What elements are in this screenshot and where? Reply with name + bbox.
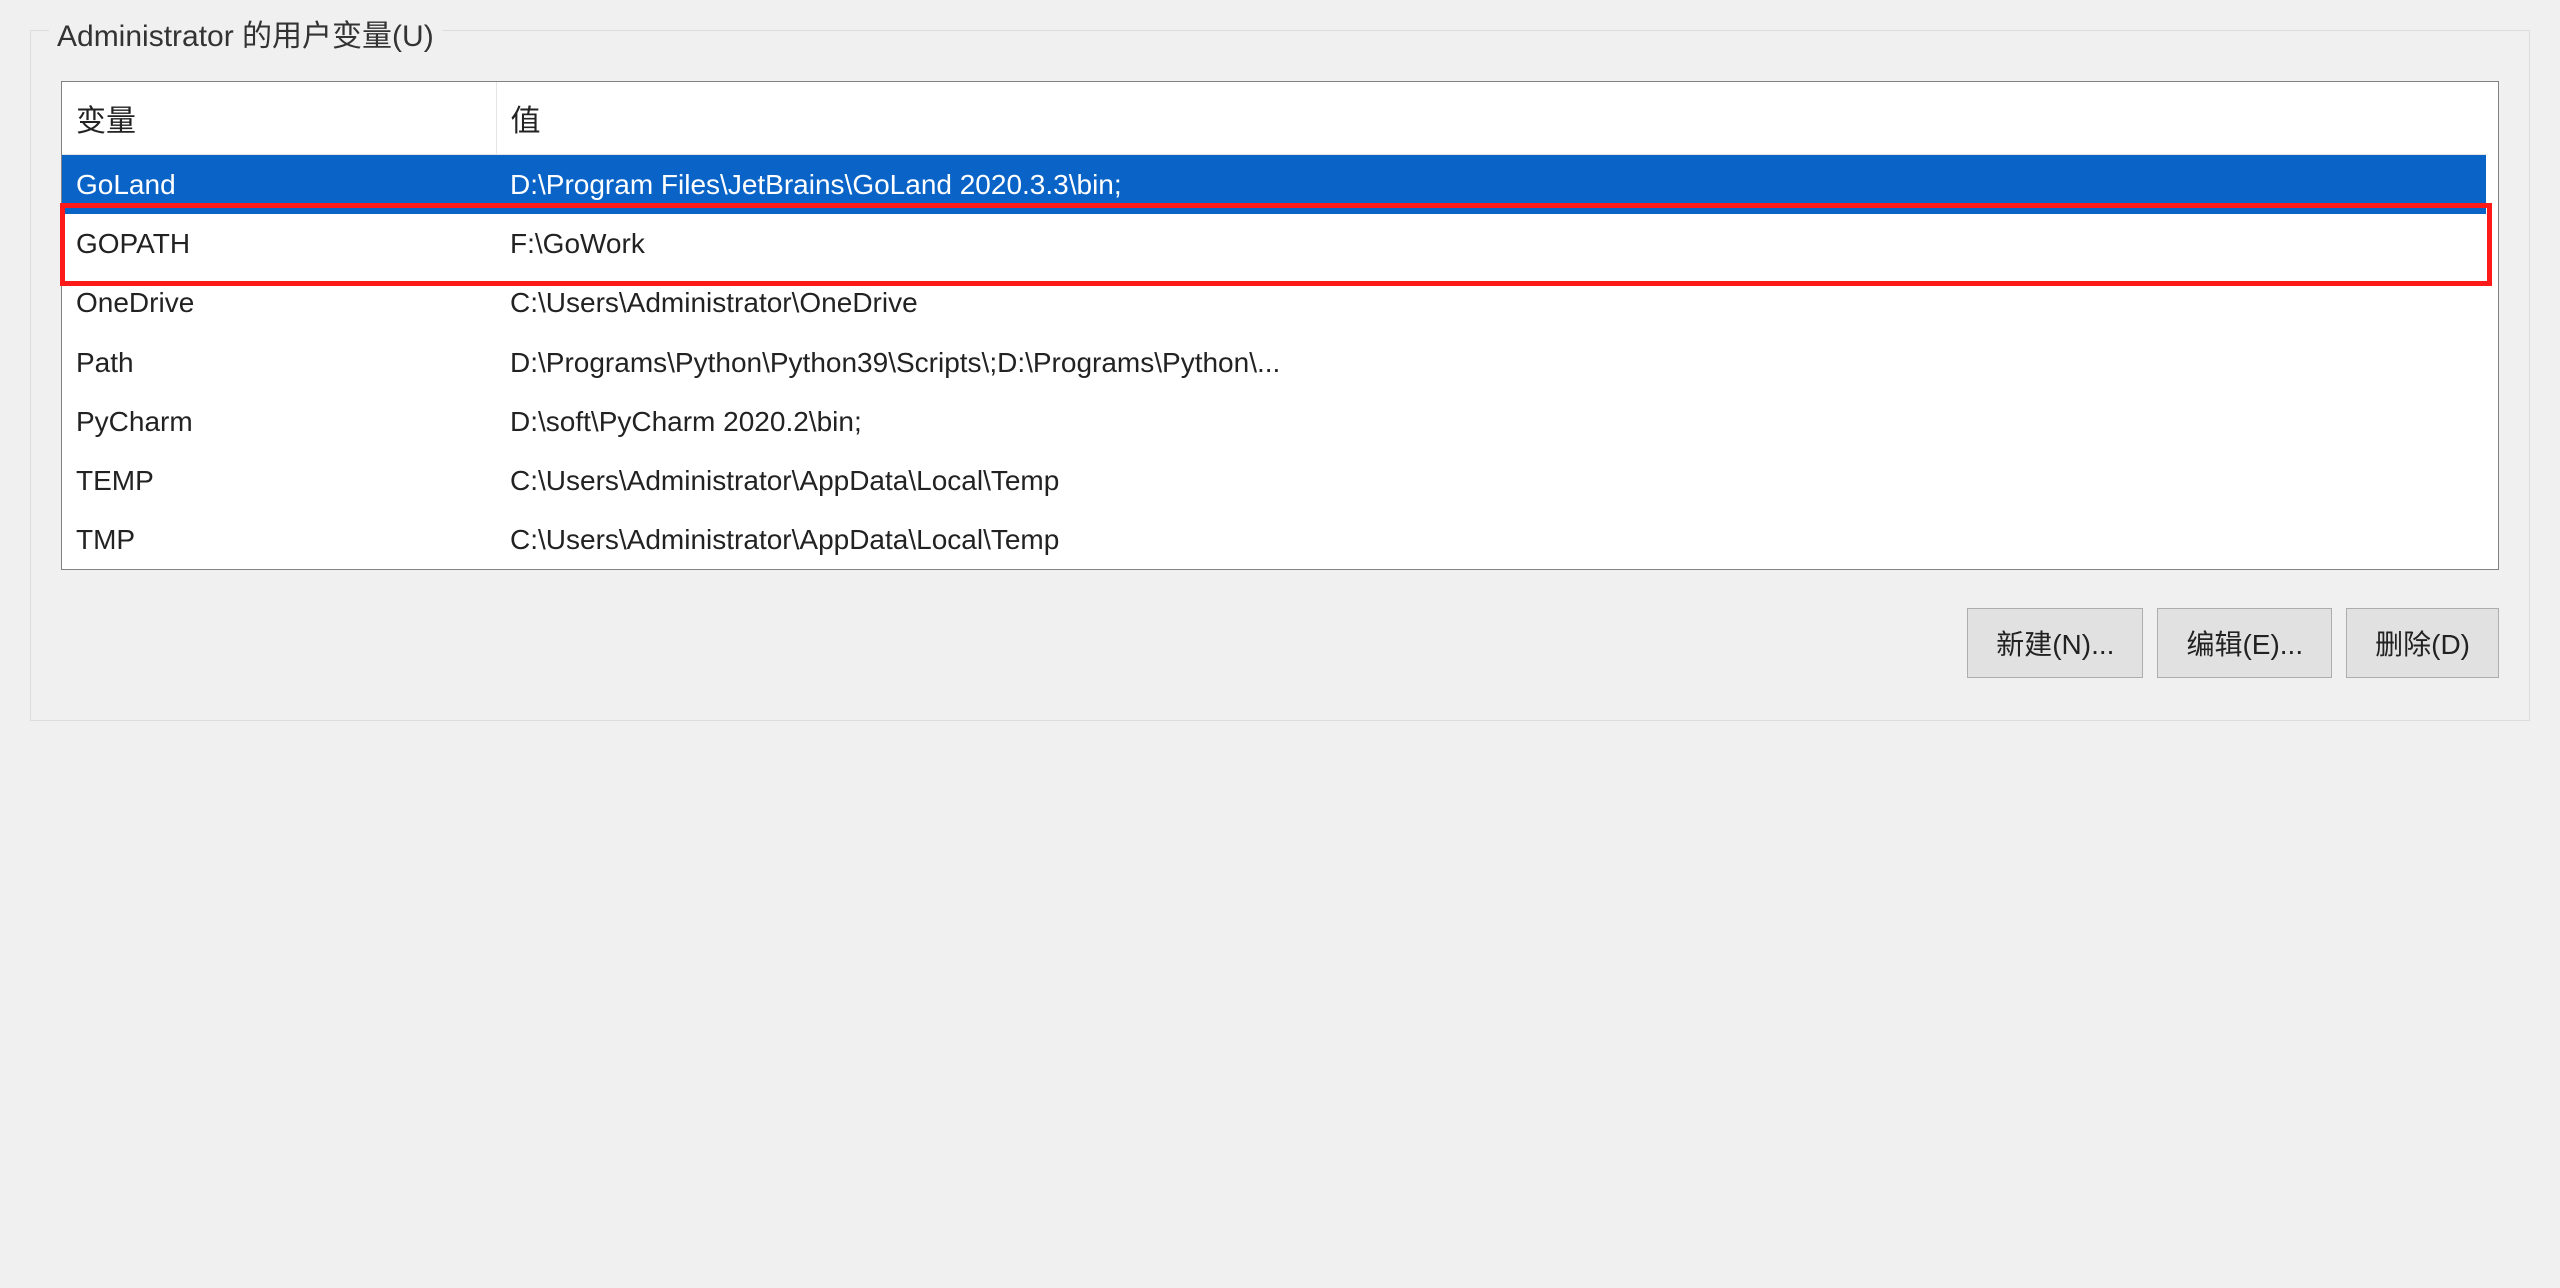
new-button[interactable]: 新建(N)...: [1967, 608, 2143, 678]
table-row[interactable]: TMPC:\Users\Administrator\AppData\Local\…: [62, 510, 2492, 569]
user-variables-group: Administrator 的用户变量(U) 变量 值 GoLandD:\Pro…: [30, 30, 2530, 721]
cell-value: D:\Program Files\JetBrains\GoLand 2020.3…: [496, 155, 2492, 215]
cell-variable: GoLand: [62, 155, 496, 215]
table-row[interactable]: TEMPC:\Users\Administrator\AppData\Local…: [62, 451, 2492, 510]
table-header-row: 变量 值: [62, 82, 2492, 155]
cell-variable: TMP: [62, 510, 496, 569]
table-row[interactable]: PyCharmD:\soft\PyCharm 2020.2\bin;: [62, 392, 2492, 451]
cell-value: D:\soft\PyCharm 2020.2\bin;: [496, 392, 2492, 451]
cell-variable: PyCharm: [62, 392, 496, 451]
table-row[interactable]: PathD:\Programs\Python\Python39\Scripts\…: [62, 333, 2492, 392]
delete-button[interactable]: 删除(D): [2346, 608, 2499, 678]
table-row[interactable]: GoLandD:\Program Files\JetBrains\GoLand …: [62, 155, 2492, 215]
table-row[interactable]: OneDriveC:\Users\Administrator\OneDrive: [62, 273, 2492, 332]
column-header-variable[interactable]: 变量: [62, 82, 496, 155]
column-header-value[interactable]: 值: [496, 82, 2492, 155]
cell-variable: TEMP: [62, 451, 496, 510]
table-row[interactable]: GOPATHF:\GoWork: [62, 214, 2492, 273]
cell-value: C:\Users\Administrator\AppData\Local\Tem…: [496, 451, 2492, 510]
cell-variable: Path: [62, 333, 496, 392]
variables-table: 变量 值 GoLandD:\Program Files\JetBrains\Go…: [62, 82, 2498, 569]
cell-variable: OneDrive: [62, 273, 496, 332]
button-row: 新建(N)... 编辑(E)... 删除(D): [61, 570, 2499, 690]
edit-button[interactable]: 编辑(E)...: [2157, 608, 2332, 678]
cell-value: F:\GoWork: [496, 214, 2492, 273]
cell-value: C:\Users\Administrator\AppData\Local\Tem…: [496, 510, 2492, 569]
cell-value: C:\Users\Administrator\OneDrive: [496, 273, 2492, 332]
variables-table-wrap: 变量 值 GoLandD:\Program Files\JetBrains\Go…: [61, 81, 2499, 570]
cell-value: D:\Programs\Python\Python39\Scripts\;D:\…: [496, 333, 2492, 392]
group-legend: Administrator 的用户变量(U): [49, 11, 442, 55]
cell-variable: GOPATH: [62, 214, 496, 273]
